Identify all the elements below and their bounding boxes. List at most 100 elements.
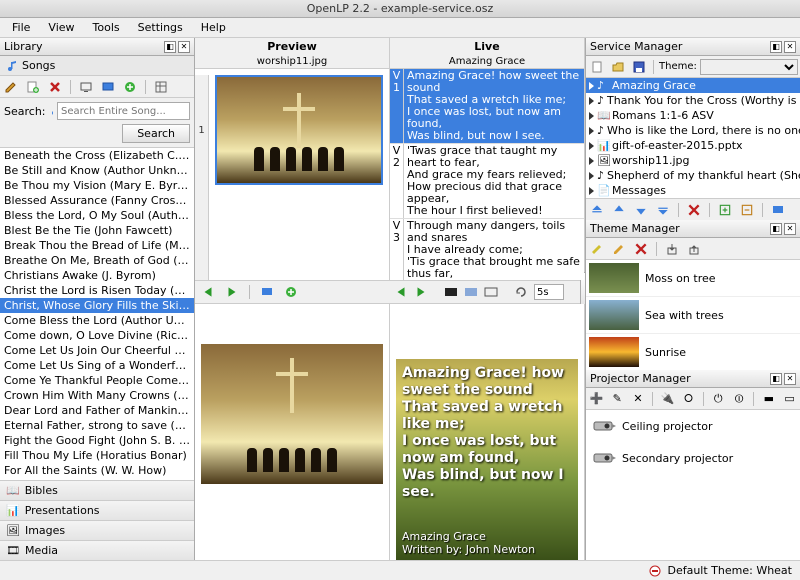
blank-projector-icon[interactable]: ▬ (760, 390, 777, 408)
edit-projector-icon[interactable]: ✎ (609, 390, 626, 408)
open-service-icon[interactable] (609, 58, 627, 76)
service-item[interactable]: 📄Messages (586, 183, 800, 198)
power-off-icon[interactable]: ⏼ (731, 390, 748, 408)
song-item[interactable]: Christ the Lord is Risen Today (Charles … (0, 283, 194, 298)
expand-icon[interactable] (589, 82, 594, 90)
preview-thumbnail[interactable] (215, 75, 383, 185)
preview-song-icon[interactable] (77, 78, 95, 96)
connect-projector-icon[interactable]: 🔌 (659, 390, 676, 408)
service-item[interactable]: ♪Thank You for the Cross (Worthy is the … (586, 93, 800, 108)
song-item[interactable]: Breathe On Me, Breath of God (Edwin Hatc… (0, 253, 194, 268)
projector-undock-icon[interactable]: ◧ (770, 373, 782, 385)
delete-item-icon[interactable] (685, 201, 703, 219)
song-item[interactable]: For All the Saints (W. W. How) (0, 463, 194, 478)
new-theme-icon[interactable] (588, 240, 606, 258)
projector-close-icon[interactable]: ✕ (784, 373, 796, 385)
live-slide-list[interactable]: V1Amazing Grace! how sweet the soundThat… (390, 69, 584, 280)
edit-theme-icon[interactable] (610, 240, 628, 258)
service-close-icon[interactable]: ✕ (784, 41, 796, 53)
service-item[interactable]: 🖼worship11.jpg (586, 153, 800, 168)
move-down-icon[interactable] (632, 201, 650, 219)
loop-icon[interactable] (514, 283, 528, 301)
song-item[interactable]: Blessed Assurance (Fanny Crosby) (0, 193, 194, 208)
expand-icon[interactable] (589, 172, 594, 180)
show-projector-icon[interactable]: ▭ (781, 390, 798, 408)
add-song-icon[interactable] (24, 78, 42, 96)
song-item[interactable]: Come Ye Thankful People Come (Henry Alfo… (0, 373, 194, 388)
song-item[interactable]: Come Let Us Join Our Cheerful Songs (Isa… (0, 343, 194, 358)
menu-tools[interactable]: Tools (85, 19, 128, 36)
theme-item[interactable]: Sunrise (586, 334, 800, 370)
expand-all-icon[interactable] (716, 201, 734, 219)
service-undock-icon[interactable]: ◧ (770, 41, 782, 53)
song-item[interactable]: Bless the Lord, O My Soul (Author Unknow… (0, 208, 194, 223)
menu-file[interactable]: File (4, 19, 38, 36)
service-list[interactable]: ♪Amazing Grace♪Thank You for the Cross (… (586, 78, 800, 198)
add-to-service-icon[interactable] (121, 78, 139, 96)
library-close-icon[interactable]: ✕ (178, 41, 190, 53)
expand-icon[interactable] (589, 112, 594, 120)
song-item[interactable]: Be Still and Know (Author Unknown) (0, 163, 194, 178)
expand-icon[interactable] (589, 142, 594, 150)
service-item[interactable]: 📖Romans 1:1-6 ASV (586, 108, 800, 123)
song-item[interactable]: Be Thou my Vision (Mary E. Byrne and Ele… (0, 178, 194, 193)
maintain-songs-icon[interactable] (152, 78, 170, 96)
verse-block[interactable]: V1Amazing Grace! how sweet the soundThat… (390, 69, 584, 144)
search-button[interactable]: Search (122, 124, 190, 143)
menu-help[interactable]: Help (193, 19, 234, 36)
import-theme-icon[interactable] (663, 240, 681, 258)
collapse-all-icon[interactable] (738, 201, 756, 219)
library-tab[interactable]: 🖼Images (0, 520, 194, 540)
songs-tab-label[interactable]: Songs (22, 59, 55, 72)
menu-view[interactable]: View (40, 19, 82, 36)
move-up-icon[interactable] (610, 201, 628, 219)
menu-settings[interactable]: Settings (130, 19, 191, 36)
preview-send-live-icon[interactable] (258, 283, 276, 301)
preview-next-icon[interactable] (223, 283, 241, 301)
service-item[interactable]: ♪Amazing Grace (586, 78, 800, 93)
theme-item[interactable]: Moss on tree (586, 260, 800, 297)
projector-item[interactable]: Ceiling projector (586, 410, 800, 442)
projector-item[interactable]: Secondary projector (586, 442, 800, 474)
song-item[interactable]: Christ, Whose Glory Fills the Skies (Cha… (0, 298, 194, 313)
add-projector-icon[interactable]: ➕ (588, 390, 605, 408)
theme-item[interactable]: Sea with trees (586, 297, 800, 334)
blank-screen-icon[interactable] (444, 283, 458, 301)
send-live-icon[interactable] (769, 201, 787, 219)
library-tab[interactable]: 📊Presentations (0, 500, 194, 520)
search-type-icon[interactable] (50, 104, 54, 118)
disconnect-projector-icon[interactable]: ⭘ (680, 390, 697, 408)
live-song-icon[interactable] (99, 78, 117, 96)
search-input[interactable] (57, 102, 190, 120)
preview-add-service-icon[interactable] (282, 283, 300, 301)
service-item[interactable]: ♪Who is like the Lord, there is no one (586, 123, 800, 138)
verse-block[interactable]: V3Through many dangers, toils and snares… (390, 219, 584, 280)
song-item[interactable]: Christians Awake (J. Byrom) (0, 268, 194, 283)
library-tab[interactable]: 🎞Media (0, 540, 194, 560)
service-item[interactable]: ♪Shepherd of my thankful heart (Shepherd… (586, 168, 800, 183)
theme-screen-icon[interactable] (464, 283, 478, 301)
song-item[interactable]: Dear Lord and Father of Mankind (John G.… (0, 403, 194, 418)
verse-block[interactable]: V2'Twas grace that taught my heart to fe… (390, 144, 584, 219)
song-list[interactable]: Beneath the Cross (Elizabeth C. Clephane… (0, 147, 194, 480)
service-theme-select[interactable] (700, 59, 798, 75)
delete-song-icon[interactable] (46, 78, 64, 96)
theme-list[interactable]: Moss on treeSea with treesSunrise (586, 260, 800, 370)
live-next-icon[interactable] (414, 283, 428, 301)
expand-icon[interactable] (589, 97, 594, 105)
delete-projector-icon[interactable]: ✕ (630, 390, 647, 408)
song-item[interactable]: Fill Thou My Life (Horatius Bonar) (0, 448, 194, 463)
theme-undock-icon[interactable]: ◧ (770, 223, 782, 235)
save-service-icon[interactable] (630, 58, 648, 76)
library-undock-icon[interactable]: ◧ (164, 41, 176, 53)
preview-slide-list[interactable]: 1 (195, 69, 389, 280)
move-top-icon[interactable] (588, 201, 606, 219)
song-item[interactable]: Blest Be the Tie (John Fawcett) (0, 223, 194, 238)
song-item[interactable]: Beneath the Cross (Elizabeth C. Clephane… (0, 148, 194, 163)
desktop-screen-icon[interactable] (484, 283, 498, 301)
song-item[interactable]: Crown Him With Many Crowns (Matthew Brid… (0, 388, 194, 403)
export-theme-icon[interactable] (685, 240, 703, 258)
power-on-icon[interactable]: ⏻ (710, 390, 727, 408)
expand-icon[interactable] (589, 157, 594, 165)
projector-list[interactable]: Ceiling projectorSecondary projector (586, 410, 800, 580)
